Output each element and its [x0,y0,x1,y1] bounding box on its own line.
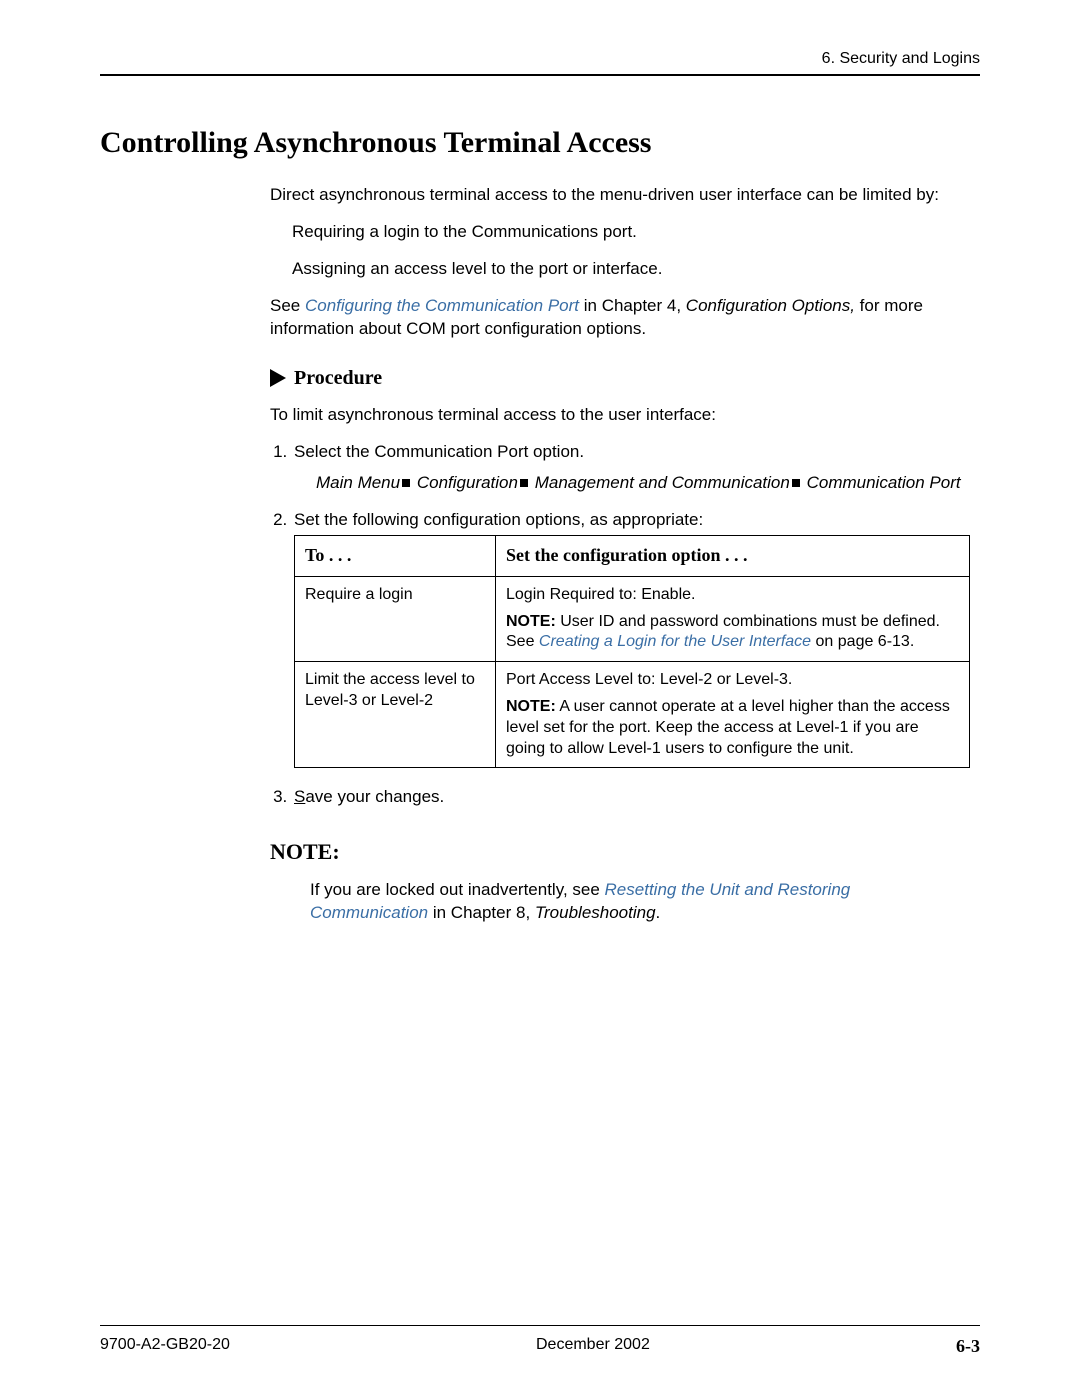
opt2-note-label: NOTE: [506,698,556,715]
creating-login-link[interactable]: Creating a Login for the User Interface [539,633,811,650]
footer-rule [100,1325,980,1326]
table-cell-to-1: Require a login [295,576,496,661]
table-cell-opt-1: Login Required to: Enable. NOTE: User ID… [496,576,970,661]
see-prefix: See [270,296,305,315]
menu-path-c: Management and Communication [535,473,790,492]
procedure-lead: To limit asynchronous terminal access to… [270,404,970,427]
note-body: If you are locked out inadvertently, see… [310,879,970,925]
procedure-list: Select the Communication Port option. Ma… [270,441,970,810]
step-1-text: Select the Communication Port option. [294,442,584,461]
see-chapter: Configuration Options, [686,296,855,315]
intro-requirement-2: Assigning an access level to the port or… [292,258,970,281]
table-header-option: Set the configuration option . . . [496,536,970,576]
table-row: Require a login Login Required to: Enabl… [295,576,970,661]
square-separator-icon [520,479,528,487]
intro-paragraph: Direct asynchronous terminal access to t… [270,184,970,207]
opt1-note-post: on page 6-13. [811,633,914,650]
procedure-label: Procedure [294,367,382,390]
table-cell-to-2: Limit the access level to Level-3 or Lev… [295,662,496,768]
see-paragraph: See Configuring the Communication Port i… [270,295,970,341]
opt2-note-text: A user cannot operate at a level higher … [506,698,950,757]
page: 6. Security and Logins Controlling Async… [0,0,1080,1397]
footer-date: December 2002 [536,1336,650,1357]
step-3-rest: ave your changes. [305,787,444,806]
see-mid: in Chapter 4, [579,296,686,315]
table-row: Limit the access level to Level-3 or Lev… [295,662,970,768]
step-3-underline: S [294,787,305,806]
page-title: Controlling Asynchronous Terminal Access [100,126,980,160]
opt1-note-label: NOTE: [506,613,556,630]
footer-docid: 9700-A2-GB20-20 [100,1336,230,1357]
menu-path-d: Communication Port [807,473,961,492]
table-header-to: To . . . [295,536,496,576]
opt2-note: NOTE: A user cannot operate at a level h… [506,697,959,759]
procedure-heading: Procedure [270,367,970,390]
note-mid: in Chapter 8, [428,903,535,922]
header-chapter: 6. Security and Logins [100,50,980,68]
note-chapter: Troubleshooting [535,903,656,922]
note-heading: NOTE: [270,839,970,865]
opt2-line1: Port Access Level to: Level-2 or Level-3… [506,670,959,691]
step-1: Select the Communication Port option. Ma… [292,441,970,495]
table-header-row: To . . . Set the configuration option . … [295,536,970,576]
footer: 9700-A2-GB20-20 December 2002 6-3 [100,1325,980,1357]
footer-row: 9700-A2-GB20-20 December 2002 6-3 [100,1336,980,1357]
menu-path-b: Configuration [417,473,518,492]
table-cell-opt-2: Port Access Level to: Level-2 or Level-3… [496,662,970,768]
step-2: Set the following configuration options,… [292,509,970,769]
square-separator-icon [402,479,410,487]
note-pre: If you are locked out inadvertently, see [310,880,605,899]
square-separator-icon [792,479,800,487]
header-rule [100,74,980,76]
step-2-text: Set the following configuration options,… [294,510,703,529]
intro-requirement-1: Requiring a login to the Communications … [292,221,970,244]
arrow-right-icon [270,369,286,387]
opt1-note: NOTE: User ID and password combinations … [506,612,959,654]
opt1-line1: Login Required to: Enable. [506,585,959,606]
note-post: . [656,903,661,922]
footer-page-number: 6-3 [956,1336,980,1357]
menu-path-a: Main Menu [316,473,400,492]
step-3: Save your changes. [292,786,970,809]
config-table: To . . . Set the configuration option . … [294,535,970,768]
configuring-comm-port-link[interactable]: Configuring the Communication Port [305,296,579,315]
body: Direct asynchronous terminal access to t… [270,184,970,925]
menu-path: Main Menu Configuration Management and C… [316,472,970,495]
